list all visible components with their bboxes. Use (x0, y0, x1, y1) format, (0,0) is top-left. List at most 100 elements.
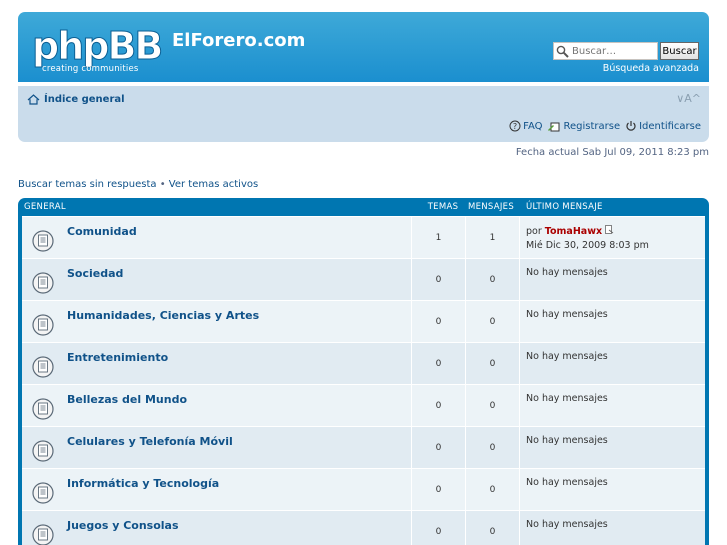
font-size-toggle[interactable]: ∨A^ (676, 92, 701, 105)
last-post-cell: No hay mensajes (520, 469, 705, 510)
advanced-search-link[interactable]: Búsqueda avanzada (603, 63, 699, 74)
active-topics-link[interactable]: Ver temas activos (169, 179, 258, 190)
last-post-cell: No hay mensajes (520, 301, 705, 342)
header-topics: TEMAS (427, 202, 459, 212)
forum-title-link[interactable]: Sociedad (67, 267, 123, 280)
last-post-cell: No hay mensajes (520, 385, 705, 426)
last-post-date: Mié Dic 30, 2009 8:03 pm (526, 240, 649, 251)
forum-cell: Entretenimiento (22, 343, 412, 384)
user-links: ? FAQ Registrarse Identificarse (509, 120, 701, 132)
forum-cell: Sociedad (22, 259, 412, 300)
search-button[interactable]: Buscar (660, 42, 699, 60)
site-title: ElForero.com (172, 30, 306, 51)
search-input[interactable] (572, 45, 652, 57)
table-row: Bellezas del Mundo 0 0 No hay mensajes (22, 384, 705, 426)
logo-tagline: creating communities (42, 64, 139, 74)
posts-count: 0 (466, 343, 520, 384)
forum-title-link[interactable]: Juegos y Consolas (67, 519, 179, 532)
posts-count: 1 (466, 217, 520, 258)
home-link[interactable]: Índice general (44, 94, 125, 105)
forum-read-icon (32, 482, 54, 504)
no-posts-text: No hay mensajes (526, 309, 608, 320)
view-latest-post-icon[interactable] (605, 225, 614, 234)
forum-cell: Bellezas del Mundo (22, 385, 412, 426)
navbar: Índice general ∨A^ ? FAQ Registrarse Ide… (18, 86, 709, 142)
login-link[interactable]: Identificarse (625, 120, 701, 132)
table-row: Juegos y Consolas 0 0 No hay mensajes (22, 510, 705, 545)
forum-cell: Informática y Tecnología (22, 469, 412, 510)
topics-count: 0 (412, 259, 466, 300)
last-post-prefix: por (526, 226, 542, 237)
topics-count: 0 (412, 469, 466, 510)
topics-count: 1 (412, 217, 466, 258)
forum-title-link[interactable]: Informática y Tecnología (67, 477, 219, 490)
last-post-cell: por TomaHawx Mié Dic 30, 2009 8:03 pm (520, 217, 705, 258)
forum-read-icon (32, 398, 54, 420)
forum-title-link[interactable]: Bellezas del Mundo (67, 393, 187, 406)
no-posts-text: No hay mensajes (526, 267, 608, 278)
forum-read-icon (32, 314, 54, 336)
posts-count: 0 (466, 469, 520, 510)
table-row: Celulares y Telefonía Móvil 0 0 No hay mens… (22, 426, 705, 468)
login-label: Identificarse (639, 120, 701, 132)
table-row: Sociedad 0 0 No hay mensajes (22, 258, 705, 300)
posts-count: 0 (466, 385, 520, 426)
table-row: Humanidades, Ciencias y Artes 0 0 No hay me… (22, 300, 705, 342)
forum-title-link[interactable]: Entretenimiento (67, 351, 168, 364)
header-last-post: ÚLTIMO MENSAJE (526, 202, 603, 212)
link-separator: • (159, 179, 166, 190)
no-posts-text: No hay mensajes (526, 519, 608, 530)
logo-text: phpBB (31, 24, 163, 69)
topics-count: 0 (412, 301, 466, 342)
no-posts-text: No hay mensajes (526, 393, 608, 404)
last-post-cell: No hay mensajes (520, 427, 705, 468)
home-icon (27, 94, 40, 105)
svg-text:?: ? (513, 122, 517, 131)
topics-count: 0 (412, 511, 466, 545)
posts-count: 0 (466, 259, 520, 300)
table-row: Comunidad 1 1 por TomaHawx Mié Dic 30, 2009… (22, 216, 705, 258)
forum-title-link[interactable]: Humanidades, Ciencias y Artes (67, 309, 259, 322)
forum-read-icon (32, 272, 54, 294)
forum-read-icon (32, 440, 54, 462)
search-icon (556, 45, 569, 58)
forum-rows: Comunidad 1 1 por TomaHawx Mié Dic 30, 2009… (22, 216, 705, 545)
forum-title-link[interactable]: Comunidad (67, 225, 137, 238)
help-icon: ? (509, 120, 521, 132)
table-row: Entretenimiento 0 0 No hay mensajes (22, 342, 705, 384)
search-field[interactable] (553, 42, 658, 60)
register-icon (548, 122, 560, 132)
quick-links: Buscar temas sin respuesta • Ver temas a… (18, 179, 258, 190)
current-date: Fecha actual Sab Jul 09, 2011 8:23 pm (515, 147, 709, 158)
forum-cell: Humanidades, Ciencias y Artes (22, 301, 412, 342)
site-logo[interactable]: phpBB creating communities (31, 24, 163, 75)
posts-count: 0 (466, 427, 520, 468)
forum-cell: Comunidad (22, 217, 412, 258)
last-post-author[interactable]: TomaHawx (545, 226, 602, 237)
topics-count: 0 (412, 343, 466, 384)
forum-cell: Juegos y Consolas (22, 511, 412, 545)
power-icon (626, 121, 636, 131)
register-label: Registrarse (563, 120, 621, 132)
last-post-cell: No hay mensajes (520, 343, 705, 384)
register-link[interactable]: Registrarse (547, 120, 620, 132)
forum-table-header: GENERAL TEMAS MENSAJES ÚLTIMO MENSAJE (22, 198, 705, 216)
posts-count: 0 (466, 511, 520, 545)
forum-cell: Celulares y Telefonía Móvil (22, 427, 412, 468)
forum-read-icon (32, 524, 54, 545)
breadcrumb[interactable]: Índice general (27, 94, 125, 105)
header-category[interactable]: GENERAL (22, 202, 424, 212)
faq-label: FAQ (523, 120, 543, 132)
site-header: phpBB creating communities ElForero.com … (18, 12, 709, 82)
faq-link[interactable]: ? FAQ (509, 120, 542, 132)
table-row: Informática y Tecnología 0 0 No hay mensaje… (22, 468, 705, 510)
forum-read-icon (32, 356, 54, 378)
forum-list: GENERAL TEMAS MENSAJES ÚLTIMO MENSAJE Co… (18, 198, 709, 545)
topics-count: 0 (412, 385, 466, 426)
forum-title-link[interactable]: Celulares y Telefonía Móvil (67, 435, 233, 448)
last-post-cell: No hay mensajes (520, 259, 705, 300)
unanswered-topics-link[interactable]: Buscar temas sin respuesta (18, 179, 157, 190)
no-posts-text: No hay mensajes (526, 477, 608, 488)
topics-count: 0 (412, 427, 466, 468)
posts-count: 0 (466, 301, 520, 342)
